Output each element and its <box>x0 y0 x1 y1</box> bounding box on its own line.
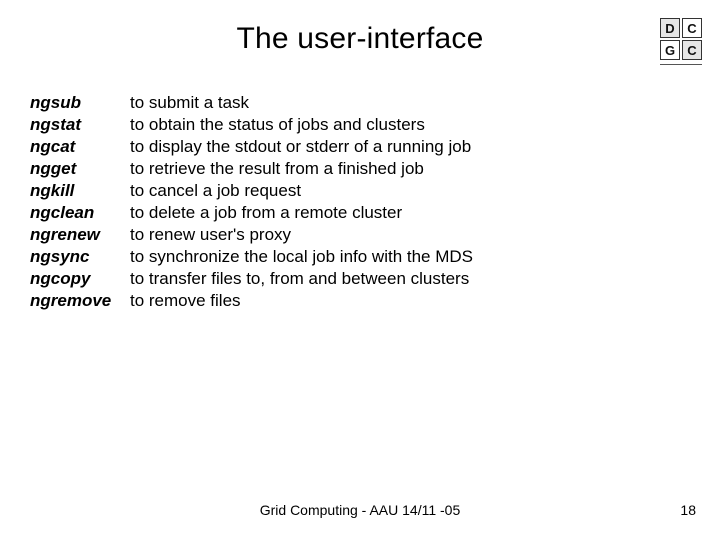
command-name: ngkill <box>30 180 130 202</box>
command-desc: to delete a job from a remote cluster <box>130 202 690 224</box>
list-item: ngcopy to transfer files to, from and be… <box>30 268 690 290</box>
list-item: ngsub to submit a task <box>30 92 690 114</box>
command-name: ngstat <box>30 114 130 136</box>
command-desc: to renew user's proxy <box>130 224 690 246</box>
command-list: ngsub to submit a task ngstat to obtain … <box>30 92 690 312</box>
footer-text: Grid Computing - AAU 14/11 -05 <box>0 502 720 518</box>
command-name: ngget <box>30 158 130 180</box>
command-name: ngcopy <box>30 268 130 290</box>
command-desc: to display the stdout or stderr of a run… <box>130 136 690 158</box>
command-name: ngremove <box>30 290 130 312</box>
list-item: ngclean to delete a job from a remote cl… <box>30 202 690 224</box>
command-name: ngsync <box>30 246 130 268</box>
logo-cell-c1: C <box>682 18 702 38</box>
command-name: ngsub <box>30 92 130 114</box>
list-item: ngrenew to renew user's proxy <box>30 224 690 246</box>
command-desc: to obtain the status of jobs and cluster… <box>130 114 690 136</box>
list-item: ngsync to synchronize the local job info… <box>30 246 690 268</box>
logo-cell-g: G <box>660 40 680 60</box>
list-item: ngremove to remove files <box>30 290 690 312</box>
list-item: ngkill to cancel a job request <box>30 180 690 202</box>
command-desc: to synchronize the local job info with t… <box>130 246 690 268</box>
page-number: 18 <box>680 502 696 518</box>
command-desc: to submit a task <box>130 92 690 114</box>
logo-cell-c2: C <box>682 40 702 60</box>
command-desc: to remove files <box>130 290 690 312</box>
logo: D C G C <box>660 18 702 60</box>
command-desc: to transfer files to, from and between c… <box>130 268 690 290</box>
slide-title: The user-interface <box>0 22 720 56</box>
logo-underline <box>660 64 702 65</box>
command-name: ngcat <box>30 136 130 158</box>
command-name: ngrenew <box>30 224 130 246</box>
logo-cell-d: D <box>660 18 680 38</box>
command-desc: to retrieve the result from a finished j… <box>130 158 690 180</box>
command-name: ngclean <box>30 202 130 224</box>
command-desc: to cancel a job request <box>130 180 690 202</box>
list-item: ngcat to display the stdout or stderr of… <box>30 136 690 158</box>
list-item: ngstat to obtain the status of jobs and … <box>30 114 690 136</box>
list-item: ngget to retrieve the result from a fini… <box>30 158 690 180</box>
slide: The user-interface D C G C ngsub to subm… <box>0 0 720 540</box>
